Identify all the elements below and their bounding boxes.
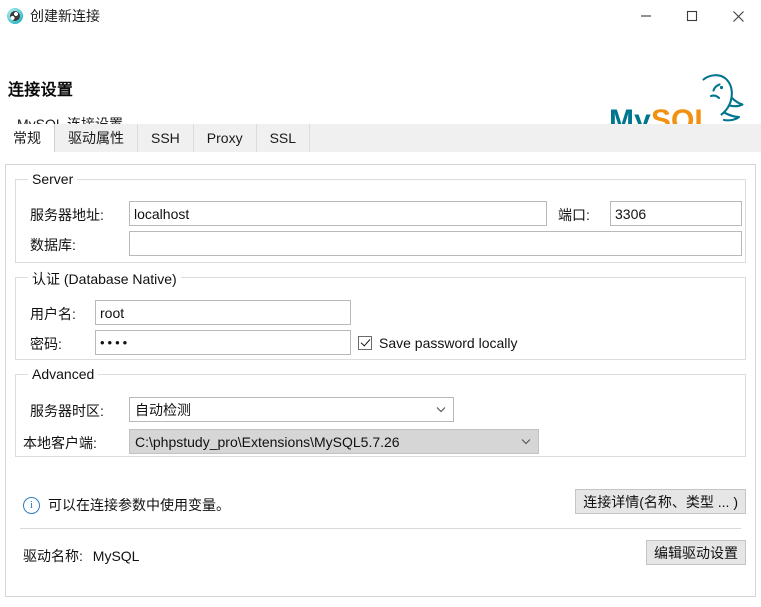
dialog-header: 连接设置 MySQL 连接设置 My SQL	[0, 32, 761, 137]
timezone-value: 自动检测	[135, 402, 191, 418]
tab-ssl[interactable]: SSL	[256, 124, 311, 152]
password-label: 密码:	[30, 336, 62, 352]
save-password-label: Save password locally	[379, 335, 518, 351]
save-password-checkbox-row[interactable]: Save password locally	[358, 335, 518, 351]
chevron-down-icon	[521, 430, 531, 453]
page-title: 连接设置	[8, 82, 74, 99]
variables-hint-text: 可以在连接参数中使用变量。	[48, 497, 230, 513]
server-group-title: Server	[28, 171, 78, 187]
save-password-checkbox[interactable]	[358, 336, 372, 350]
port-input[interactable]: 3306	[610, 201, 742, 226]
maximize-icon[interactable]	[669, 0, 715, 32]
tab-driver-properties[interactable]: 驱动属性	[55, 124, 138, 152]
window-title: 创建新连接	[30, 8, 100, 24]
driver-name-value: MySQL	[92, 548, 140, 564]
username-label: 用户名:	[30, 306, 76, 322]
close-icon[interactable]	[715, 0, 761, 32]
tab-label: 驱动属性	[68, 130, 124, 146]
driver-name-row: 驱动名称: MySQL	[23, 546, 139, 566]
database-label: 数据库:	[30, 237, 76, 253]
variables-hint: i 可以在连接参数中使用变量。	[23, 495, 230, 515]
title-bar: 创建新连接	[0, 0, 761, 32]
tab-label: SSH	[151, 130, 180, 146]
tab-label: SSL	[269, 130, 297, 146]
database-input[interactable]	[129, 231, 742, 256]
host-label: 服务器地址:	[30, 207, 104, 223]
local-client-value: C:\phpstudy_pro\Extensions\MySQL5.7.26	[135, 434, 400, 450]
timezone-select[interactable]: 自动检测	[129, 397, 454, 422]
timezone-label: 服务器时区:	[30, 403, 104, 419]
footer-divider	[20, 528, 741, 529]
local-client-label: 本地客户端:	[23, 435, 97, 451]
username-input[interactable]: root	[95, 300, 351, 325]
tab-proxy[interactable]: Proxy	[193, 124, 257, 152]
minimize-icon[interactable]	[623, 0, 669, 32]
host-input[interactable]: localhost	[129, 201, 547, 226]
tab-bar: 常规 驱动属性 SSH Proxy SSL	[0, 124, 761, 152]
window-controls	[623, 0, 761, 32]
info-icon: i	[23, 496, 40, 514]
tab-general[interactable]: 常规	[0, 124, 55, 152]
driver-name-label: 驱动名称:	[23, 548, 83, 564]
chevron-down-icon	[436, 398, 446, 421]
connection-details-button[interactable]: 连接详情(名称、类型 ... )	[575, 489, 746, 514]
edit-driver-settings-button[interactable]: 编辑驱动设置	[646, 540, 746, 565]
globe-icon	[7, 8, 23, 24]
port-label: 端口:	[558, 207, 590, 223]
tab-label: 常规	[13, 130, 41, 146]
general-tab-panel: Server 服务器地址: localhost 端口: 3306 数据库: 认证…	[5, 164, 756, 597]
tab-label: Proxy	[206, 130, 243, 146]
tab-ssh[interactable]: SSH	[138, 124, 194, 152]
auth-group-title: 认证 (Database Native)	[28, 269, 181, 289]
password-input[interactable]: ••••	[95, 330, 351, 355]
advanced-group-title: Advanced	[28, 366, 99, 382]
local-client-select[interactable]: C:\phpstudy_pro\Extensions\MySQL5.7.26	[129, 429, 539, 454]
